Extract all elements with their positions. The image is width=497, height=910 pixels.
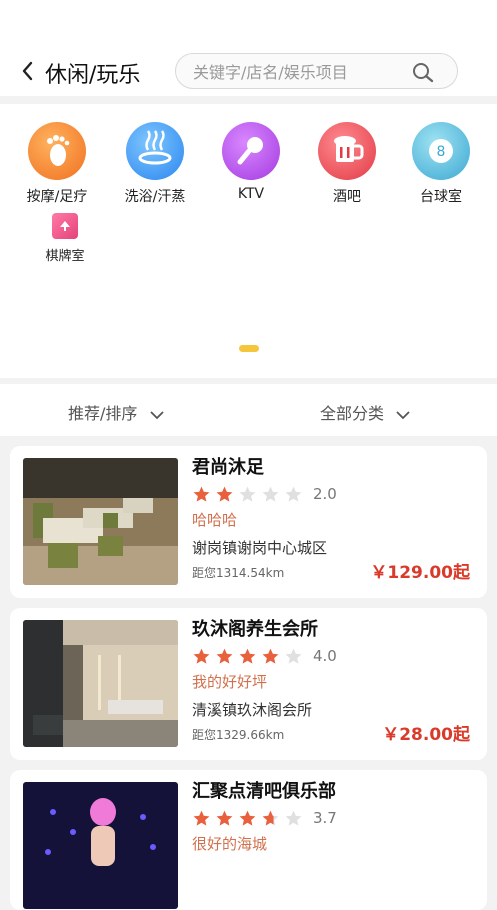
rating-stars: 2.0: [192, 484, 337, 504]
page-title: 休闲/玩乐: [45, 63, 141, 88]
playing-card-icon: [52, 213, 78, 239]
listing-tag: 哈哈哈: [192, 511, 238, 529]
category-bath[interactable]: 洗浴/汗蒸: [108, 122, 202, 206]
listing-address: 谢岗镇谢岗中心城区: [192, 539, 328, 557]
search-icon[interactable]: [411, 62, 435, 88]
category-bar[interactable]: 酒吧: [300, 122, 394, 206]
star-icon: [262, 810, 279, 826]
star-icon: [285, 648, 302, 664]
listing-card[interactable]: 玖沐阁养生会所 4.0 我的好好坪 清溪镇玖沐阁会所 距您1329.66km ￥…: [10, 608, 487, 760]
star-icon: [262, 486, 279, 502]
rating-stars: 4.0: [192, 646, 337, 666]
listing-distance: 距您1329.66km: [192, 728, 285, 742]
star-icon: [216, 486, 233, 502]
listing-address: 清溪镇玖沐阁会所: [192, 701, 313, 719]
billiard-ball-icon: 8: [412, 122, 470, 180]
sort-dropdown[interactable]: 推荐/排序: [68, 400, 165, 424]
rating-score: 2.0: [313, 485, 337, 503]
page-indicator: [239, 345, 259, 352]
star-icon: [262, 648, 279, 664]
star-icon: [285, 810, 302, 826]
footprint-icon: [28, 122, 86, 180]
listing-tag: 我的好好坪: [192, 673, 268, 691]
listing-distance: 距您1314.54km: [192, 566, 285, 580]
listing-price: ￥28.00起: [382, 725, 470, 745]
chevron-left-icon[interactable]: [20, 60, 40, 84]
listing-price: ￥129.00起: [370, 563, 470, 583]
category-panel: 按摩/足疗 洗浴/汗蒸 KTV 酒吧 8 台球室 棋牌室: [0, 104, 497, 378]
star-icon: [193, 810, 210, 826]
star-icon: [216, 810, 233, 826]
category-label: 按摩/足疗: [26, 189, 88, 205]
chevron-down-icon: [395, 405, 411, 424]
sort-label: 推荐/排序: [68, 404, 138, 423]
category-label: 棋牌室: [45, 249, 85, 264]
category-chess-cards[interactable]: 棋牌室: [18, 213, 112, 264]
svg-text:8: 8: [437, 144, 446, 160]
listing-photo: [23, 782, 178, 909]
star-icon: [239, 648, 256, 664]
rating-stars: 3.7: [192, 808, 337, 828]
listing-card[interactable]: 汇聚点清吧俱乐部 3.7 很好的海城: [10, 770, 487, 910]
listing-tag: 很好的海城: [192, 835, 268, 853]
beer-mug-icon: [318, 122, 376, 180]
chevron-down-icon: [149, 405, 165, 424]
category-ktv[interactable]: KTV: [204, 122, 298, 202]
search-box[interactable]: [175, 53, 458, 89]
rating-score: 3.7: [313, 809, 337, 827]
rating-score: 4.0: [313, 647, 337, 665]
category-billiards[interactable]: 8 台球室: [394, 122, 488, 206]
header-bar: 休闲/玩乐: [0, 0, 497, 96]
listing-name: 汇聚点清吧俱乐部: [192, 781, 336, 802]
listing-photo: [23, 458, 178, 585]
search-input[interactable]: [191, 60, 415, 84]
category-label: 洗浴/汗蒸: [124, 189, 186, 205]
category-dropdown[interactable]: 全部分类: [320, 400, 411, 424]
star-icon: [285, 486, 302, 502]
category-label: 台球室: [420, 189, 462, 205]
star-icon: [193, 486, 210, 502]
listing-name: 玖沐阁养生会所: [192, 619, 318, 640]
category-label: KTV: [237, 186, 265, 202]
microphone-icon: [222, 122, 280, 180]
star-icon: [239, 810, 256, 826]
hot-spring-icon: [126, 122, 184, 180]
category-label: 酒吧: [333, 189, 361, 205]
filter-bar: 推荐/排序 全部分类: [0, 384, 497, 436]
star-icon: [216, 648, 233, 664]
category-filter-label: 全部分类: [320, 404, 385, 423]
star-icon: [239, 486, 256, 502]
listing-photo: [23, 620, 178, 747]
listing-card[interactable]: 君尚沐足 2.0 哈哈哈 谢岗镇谢岗中心城区 距您1314.54km ￥129.…: [10, 446, 487, 598]
star-icon: [193, 648, 210, 664]
category-massage[interactable]: 按摩/足疗: [10, 122, 104, 206]
listing-name: 君尚沐足: [192, 457, 264, 478]
